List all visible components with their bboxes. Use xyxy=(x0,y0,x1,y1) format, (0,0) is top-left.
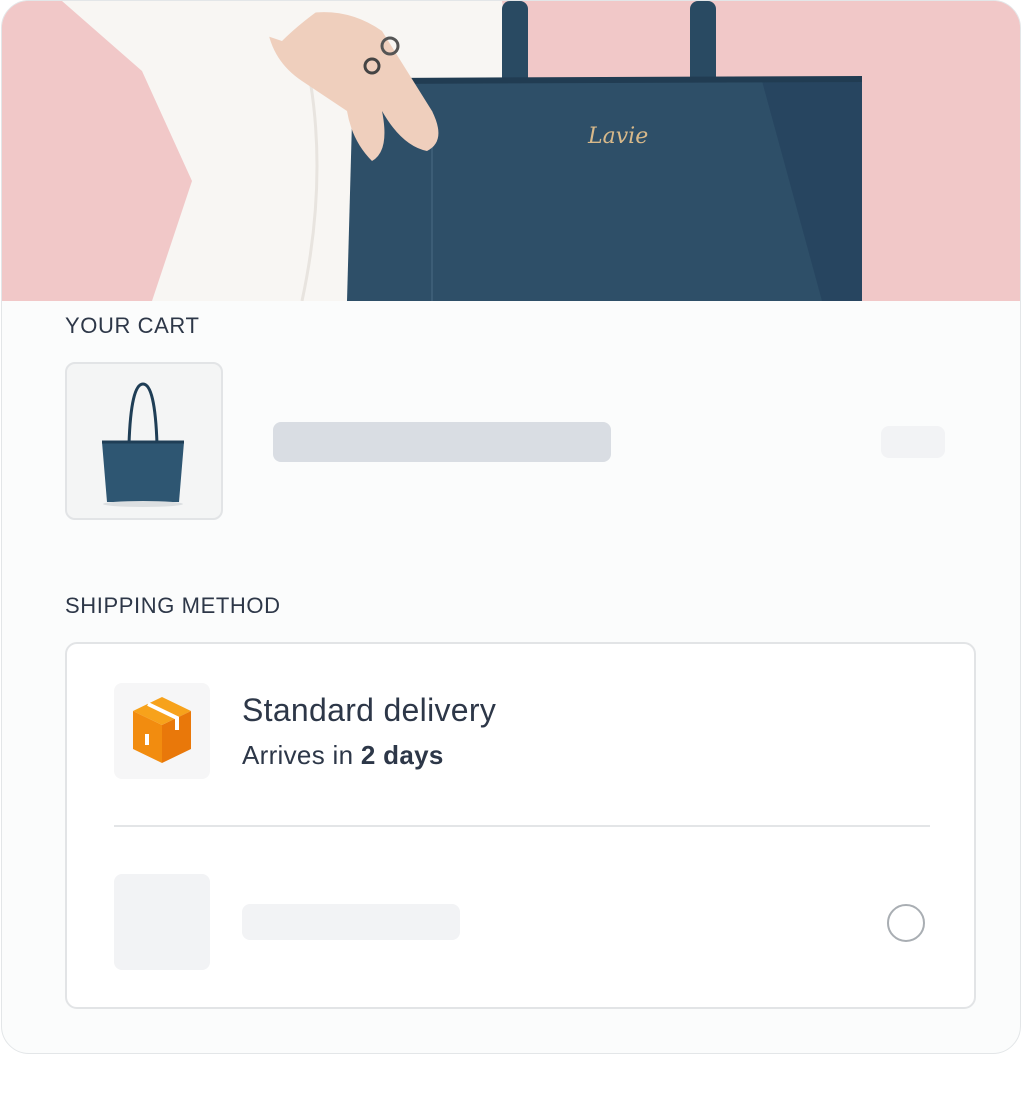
shipping-options: Standard delivery Arrives in 2 days xyxy=(65,642,976,1009)
svg-text:Lavie: Lavie xyxy=(587,124,648,149)
package-box-icon xyxy=(133,697,191,763)
option-divider xyxy=(114,825,930,827)
checkout-card: Lavie YOUR CART SHIPPING METHOD Standard… xyxy=(1,0,1021,1054)
standard-delivery-title: Standard delivery xyxy=(242,692,497,728)
shipping-method-heading: SHIPPING METHOD xyxy=(65,593,281,618)
cart-item-name-placeholder xyxy=(273,422,611,462)
second-option-label-placeholder xyxy=(242,904,460,940)
standard-delivery-eta: Arrives in 2 days xyxy=(242,740,444,771)
second-option-radio[interactable] xyxy=(887,904,925,942)
second-option-icon-placeholder xyxy=(114,874,210,970)
cart-item-thumbnail[interactable] xyxy=(65,362,223,520)
hero-product-image: Lavie xyxy=(2,1,1020,301)
standard-delivery-icon-tile xyxy=(114,683,210,779)
your-cart-heading: YOUR CART xyxy=(65,313,200,338)
eta-days: 2 days xyxy=(360,740,444,770)
cart-item-price-placeholder xyxy=(881,426,945,458)
eta-prefix: Arrives in xyxy=(242,740,354,770)
